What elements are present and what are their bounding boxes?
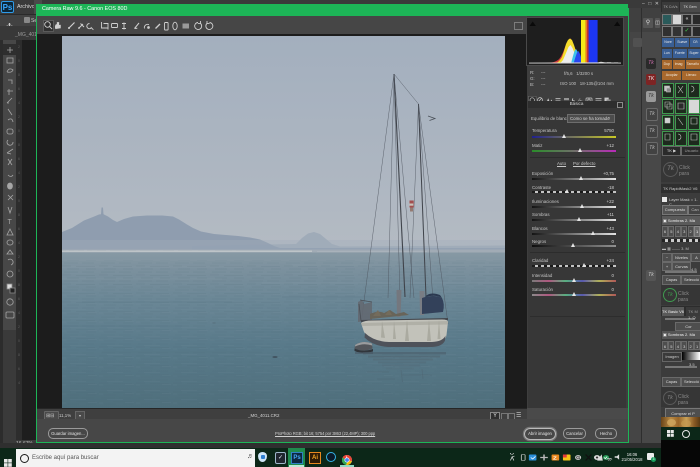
svg-text:G: G [576,455,580,460]
svg-text:Z: Z [553,455,557,460]
svg-text:T: T [8,219,13,226]
